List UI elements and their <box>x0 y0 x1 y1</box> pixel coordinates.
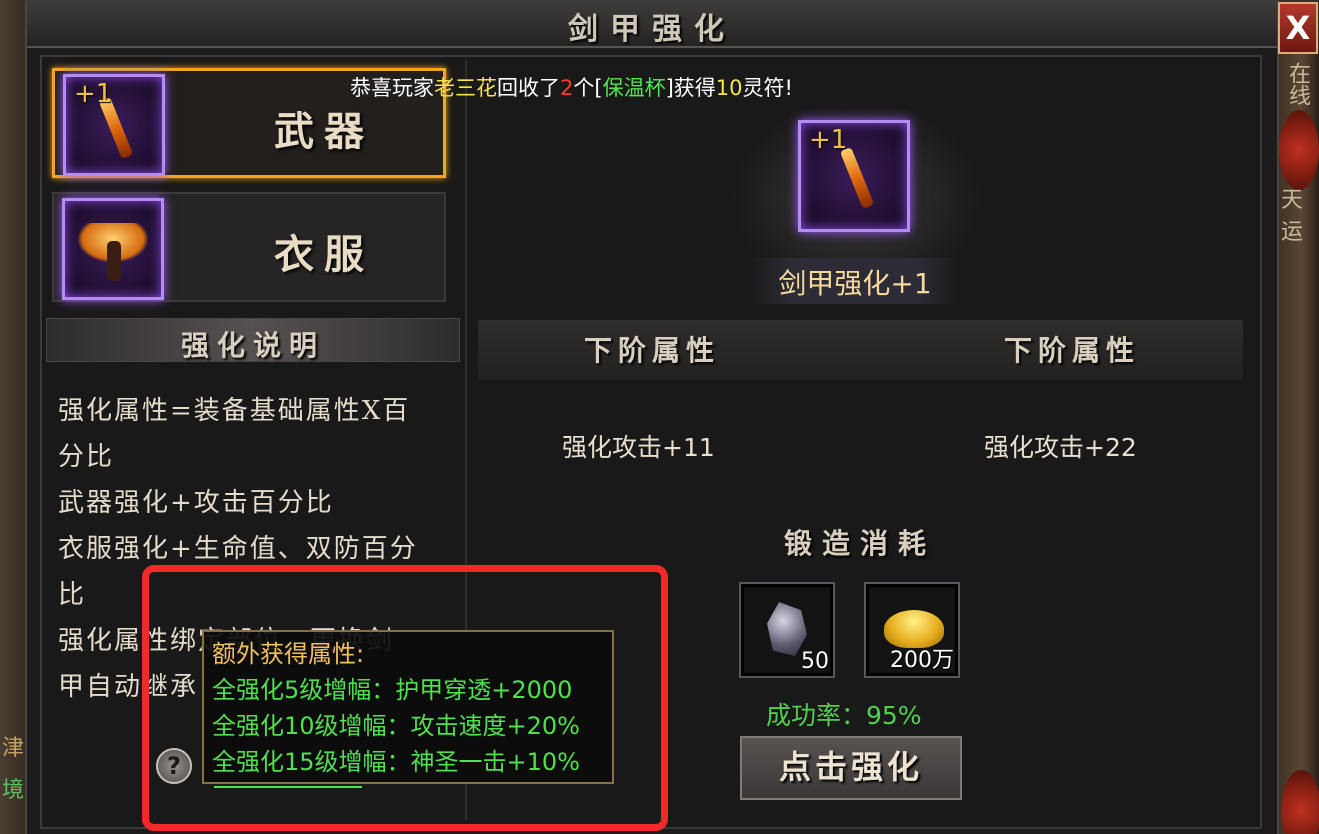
cost-slot[interactable]: 50 <box>739 582 835 678</box>
notice-text: 灵符! <box>742 76 793 100</box>
figure-shape <box>107 241 121 281</box>
sword-icon[interactable]: +1 <box>798 120 910 232</box>
forge-button[interactable]: 点击强化 <box>740 736 962 800</box>
highlight-annotation-box <box>142 565 668 831</box>
section-title: 强化说明 <box>180 329 325 362</box>
system-notice: 恭喜玩家老三花回收了2个[保温杯]获得10灵符! <box>350 72 793 102</box>
item-count: 50 <box>801 649 829 674</box>
background-right: 在线 天运 <box>1275 50 1319 834</box>
notice-player: 老三花 <box>434 76 497 100</box>
tab-label: 衣服 <box>274 231 374 278</box>
item-count: 200万 <box>890 648 954 673</box>
cost-heading: 锻造消耗 <box>720 518 1000 562</box>
notice-text: ]获得 <box>665 76 716 100</box>
game-scene: 津 境 在线 天运 剑甲强化 X +1 武器 衣服 强化说明 强化属性=装备基础… <box>0 0 1319 834</box>
notice-text: 个[ <box>573 76 603 100</box>
attribute-heading: 下阶属性 <box>584 334 721 367</box>
attribute-value: 强化攻击+22 <box>984 433 1137 462</box>
enhance-level-badge: +1 <box>809 125 848 155</box>
attribute-header-band: 下阶属性 下阶属性 <box>478 320 1243 380</box>
sword-blade <box>839 147 875 209</box>
notice-count: 2 <box>560 76 574 100</box>
attribute-value: 强化攻击+11 <box>562 433 715 462</box>
enhance-level-label: 剑甲强化+1 <box>778 267 932 300</box>
notice-reward: 10 <box>715 76 743 100</box>
bg-text: 在线 <box>1285 62 1310 106</box>
ore-icon <box>767 602 807 656</box>
enhance-level-badge: +1 <box>74 79 113 109</box>
close-button[interactable]: X <box>1278 2 1318 54</box>
description-heading: 强化说明 <box>46 318 460 362</box>
tab-armor[interactable]: 衣服 <box>52 192 446 302</box>
bg-orb <box>1281 770 1319 834</box>
description-line: 强化属性=装备基础属性X百 <box>58 396 411 426</box>
bg-text: 津 <box>2 736 25 761</box>
bg-text: 境 <box>2 778 25 803</box>
bg-orb <box>1279 110 1319 190</box>
wings-armor-icon <box>62 198 164 300</box>
tab-label: 武器 <box>274 108 374 155</box>
panel-title: 剑甲强化 <box>568 12 736 47</box>
bg-text: 天运 <box>1281 188 1304 245</box>
sword-icon: +1 <box>63 74 165 176</box>
title-bar: 剑甲强化 <box>27 0 1277 48</box>
description-line: 分比 <box>58 442 115 472</box>
notice-text: 回收了 <box>497 76 560 100</box>
notice-item: 保温杯 <box>602 76 666 100</box>
notice-text: 恭喜玩家 <box>350 76 434 100</box>
success-rate: 成功率：95% <box>766 701 922 730</box>
attribute-heading: 下阶属性 <box>1004 334 1141 367</box>
level-bar: 剑甲强化+1 <box>750 258 960 304</box>
description-line: 武器强化+攻击百分比 <box>58 488 334 518</box>
section-title: 锻造消耗 <box>783 527 936 560</box>
cost-slot[interactable]: 200万 <box>864 582 960 678</box>
